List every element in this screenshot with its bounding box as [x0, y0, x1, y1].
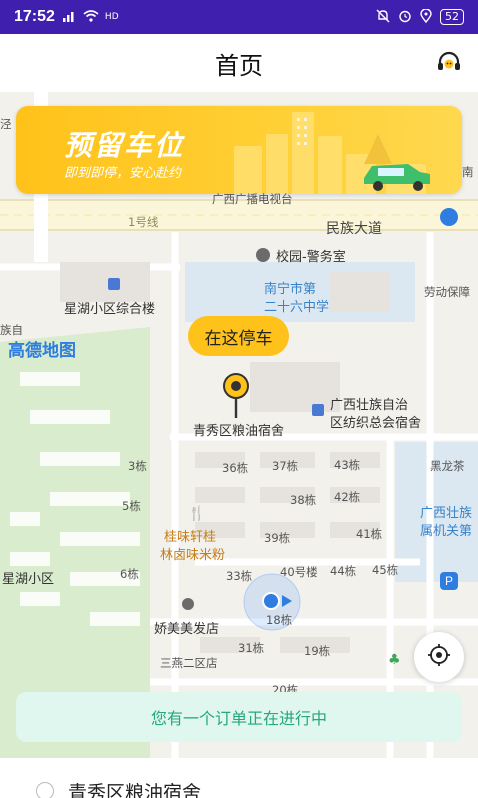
building-3: 3栋	[128, 459, 147, 473]
poi-guiwei-2: 林卤味米粉	[160, 548, 226, 563]
poi-grain-dorm: 青秀区粮油宿舍	[193, 424, 285, 439]
bus-stop-icon[interactable]	[440, 208, 458, 226]
building-42: 42栋	[334, 490, 361, 504]
amap-logo: 高德地图	[8, 341, 76, 361]
reserve-parking-banner[interactable]: 预留车位 即到即停，安心赴约	[16, 106, 462, 194]
poi-jiaomeimei: 娇美美发店	[154, 622, 220, 637]
building-33: 33栋	[226, 569, 253, 583]
signal-icon	[62, 10, 77, 25]
park-here-button[interactable]: 在这停车	[188, 316, 289, 356]
building-19: 19栋	[304, 644, 331, 658]
building-18: 18栋	[266, 613, 293, 627]
banner-subtitle: 即到即停，安心赴约	[64, 166, 182, 181]
poi-sanyan: 三燕二区店	[160, 656, 218, 670]
poi-gx-right-2: 属机关第	[420, 524, 473, 539]
road-minzu: 民族大道	[326, 221, 382, 237]
map-pin-icon[interactable]	[222, 372, 250, 420]
order-in-progress-notice[interactable]: 您有一个订单正在进行中	[16, 692, 462, 742]
metro-line-label: 1号线	[128, 215, 159, 229]
tree-icon: ♣	[388, 652, 401, 668]
app-header: 首页	[0, 34, 478, 92]
building-41: 41栋	[356, 527, 383, 541]
parking-p-icon[interactable]: P	[440, 572, 458, 590]
poi-gx-right-1: 广西壮族	[420, 506, 473, 521]
salon-icon	[182, 598, 194, 610]
poi-labor: 劳动保障	[424, 285, 470, 299]
building-45: 45栋	[372, 563, 399, 577]
bottom-sheet[interactable]: 青秀区粮油宿舍	[0, 758, 478, 798]
building-icon	[108, 278, 120, 290]
poi-jing: 泾	[0, 117, 12, 131]
battery-indicator: 52	[440, 9, 464, 25]
police-icon	[256, 248, 270, 262]
building-36: 36栋	[222, 461, 249, 475]
building-44: 44栋	[330, 564, 357, 578]
building-6: 6栋	[120, 567, 139, 581]
poi-xinghu-area: 星湖小区	[2, 572, 55, 587]
building-37: 37栋	[272, 459, 299, 473]
poi-gxzz-1: 广西壮族自治	[330, 398, 409, 413]
status-right-icons: 52	[376, 7, 464, 26]
current-location-dot	[262, 592, 280, 610]
building-39: 39栋	[264, 531, 291, 545]
crosshair-icon	[427, 643, 451, 671]
poi-gxzz-2: 区纺织总会宿舍	[330, 416, 422, 431]
alarm-icon	[398, 9, 412, 26]
poi-school-1: 南宁市第	[264, 282, 317, 297]
poi-xinghu-complex: 星湖小区综合楼	[64, 302, 156, 317]
wifi-icon	[83, 9, 99, 25]
poi-guiwei-1: 桂味轩桂	[164, 530, 217, 545]
building-38: 38栋	[290, 493, 317, 507]
mute-icon	[376, 9, 390, 26]
building-icon	[312, 404, 324, 416]
building-40: 40号楼	[280, 565, 318, 579]
restaurant-icon: 🍴	[188, 506, 206, 522]
location-radio-icon[interactable]	[36, 782, 54, 798]
map-view[interactable]: 预留车位 即到即停，安心赴约 广西广播电视台 1号线 民族大道 校园-警务室 南…	[0, 92, 478, 798]
locate-me-button[interactable]	[414, 632, 464, 682]
home-screen: 17:52 HD 52 首页 预留车位 即到即停，安心赴约 广西广播电视台 1号…	[0, 0, 478, 798]
building-5: 5栋	[122, 499, 141, 513]
building-31: 31栋	[238, 641, 265, 655]
status-time: 17:52	[14, 8, 55, 25]
page-title: 首页	[215, 51, 263, 80]
direction-arrow-icon	[282, 595, 292, 607]
hd-label: HD	[104, 12, 119, 22]
building-43: 43栋	[334, 458, 361, 472]
poi-nan: 南	[462, 165, 474, 179]
location-status-icon	[420, 7, 432, 26]
poi-school-2: 二十六中学	[264, 300, 330, 315]
headset-icon[interactable]	[436, 50, 462, 76]
poi-police: 校园-警务室	[276, 250, 346, 265]
status-left-icons: HD	[62, 9, 119, 25]
poi-heilongcha: 黑龙茶	[430, 459, 465, 473]
banner-title: 预留车位	[64, 129, 185, 162]
poi-broadcast: 广西广播电视台	[212, 192, 293, 206]
status-bar: 17:52 HD 52	[0, 0, 478, 34]
selected-address: 青秀区粮油宿舍	[68, 782, 202, 798]
